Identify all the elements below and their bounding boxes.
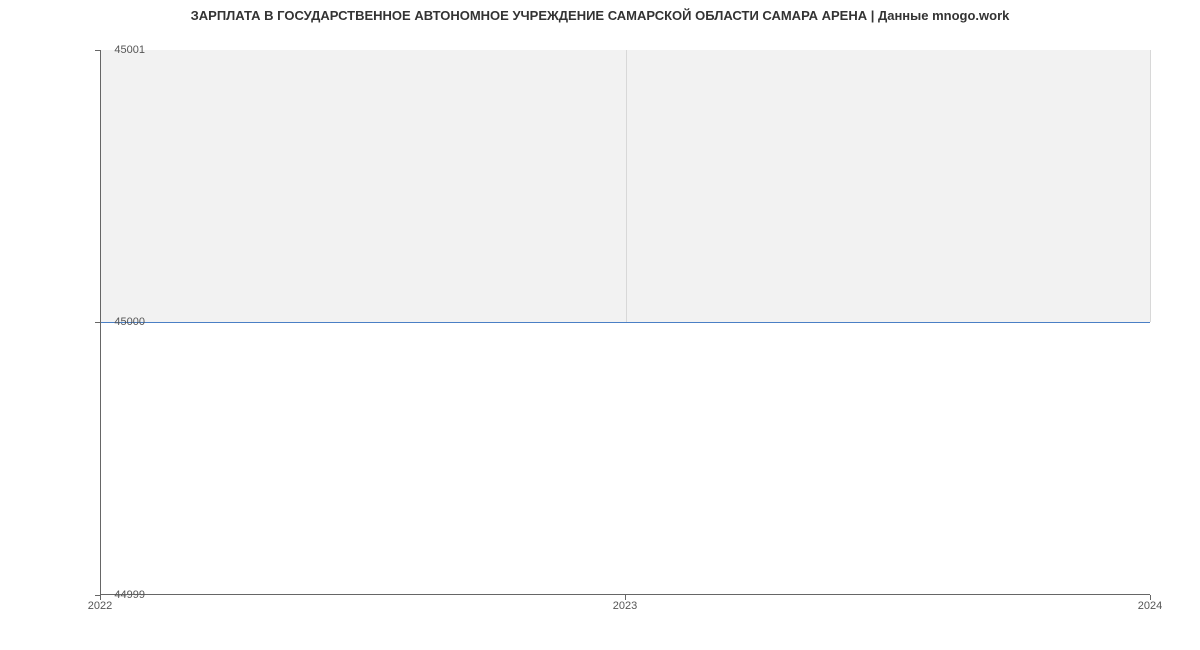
grid-line-vertical [626, 50, 627, 322]
plot-area [100, 50, 1150, 595]
data-line [101, 322, 1150, 323]
x-tick-mark [100, 595, 101, 600]
chart-title: ЗАРПЛАТА В ГОСУДАРСТВЕННОЕ АВТОНОМНОЕ УЧ… [0, 0, 1200, 27]
x-tick-label: 2024 [1138, 600, 1162, 612]
y-tick-label: 44999 [114, 589, 145, 601]
chart-container [100, 50, 1150, 595]
x-tick-mark [625, 595, 626, 600]
y-tick-label: 45001 [114, 44, 145, 56]
grid-line-vertical [1150, 50, 1151, 322]
y-tick-label: 45000 [114, 316, 145, 328]
x-tick-label: 2023 [613, 600, 637, 612]
y-tick-mark [95, 322, 100, 323]
x-tick-mark [1150, 595, 1151, 600]
x-tick-label: 2022 [88, 600, 112, 612]
y-tick-mark [95, 50, 100, 51]
